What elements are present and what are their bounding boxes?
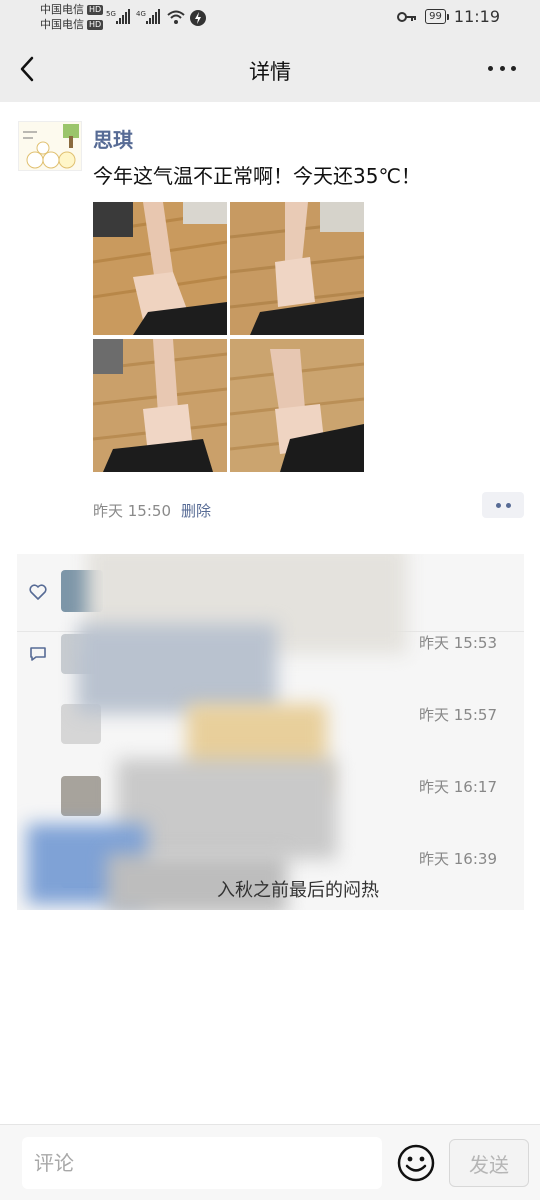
post-photo[interactable] — [230, 202, 364, 335]
power-saver-icon — [190, 10, 206, 26]
more-actions-button[interactable] — [482, 492, 524, 518]
comment-input[interactable] — [22, 1137, 382, 1189]
smiley-icon[interactable] — [396, 1143, 436, 1183]
avatar[interactable] — [18, 121, 82, 171]
post-photo[interactable] — [93, 202, 227, 335]
status-bar: 中国电信 HD 中国电信 HD 5G 4G 99 11:19 — [0, 0, 540, 36]
carrier-2: 中国电信 HD — [40, 18, 104, 31]
carrier-1: 中国电信 HD — [40, 3, 104, 16]
comment-time: 昨天 16:39 — [419, 850, 497, 868]
post-photo[interactable] — [230, 339, 364, 472]
redaction-smear — [117, 759, 337, 859]
wifi-icon — [167, 10, 185, 24]
send-button[interactable]: 发送 — [449, 1139, 529, 1187]
delete-button[interactable]: 删除 — [181, 500, 211, 521]
photo-grid — [93, 202, 365, 472]
post-text: 今年这气温不正常啊！今天还35℃！ — [93, 164, 421, 188]
comment-text: 入秋之前最后的闷热 — [217, 880, 379, 901]
comment-time: 昨天 15:57 — [419, 706, 497, 724]
nav-bar: 详情 — [0, 36, 540, 102]
moment-detail-page: 中国电信 HD 中国电信 HD 5G 4G 99 11:19 详情 思琪 今年这… — [0, 0, 540, 1200]
post-photo[interactable] — [93, 339, 227, 472]
svg-text:5G: 5G — [106, 10, 116, 18]
post-username[interactable]: 思琪 — [93, 124, 133, 153]
page-title: 详情 — [249, 60, 291, 84]
interaction-panel: ☺ 昨天 15:53 昨天 15:57 昨天 16:17 昨天 16:39 入秋… — [17, 554, 524, 910]
svg-text:4G: 4G — [136, 10, 146, 18]
comment-icon — [30, 647, 46, 661]
comment-time: 昨天 15:53 — [419, 634, 497, 652]
post-time: 昨天 15:50 — [93, 502, 171, 520]
signal-4g-icon: 4G — [136, 9, 160, 24]
clock: 11:19 — [453, 7, 500, 26]
comment-bar: 发送 — [0, 1124, 540, 1200]
commenter-avatar[interactable] — [61, 776, 101, 816]
battery-indicator: 99 — [425, 9, 449, 24]
heart-icon — [29, 584, 47, 600]
more-dots-icon[interactable] — [488, 66, 516, 74]
redaction-smear — [77, 624, 277, 714]
comment-time: 昨天 16:17 — [419, 778, 497, 796]
key-icon — [397, 11, 417, 22]
signal-5g-icon: 5G — [106, 9, 130, 24]
